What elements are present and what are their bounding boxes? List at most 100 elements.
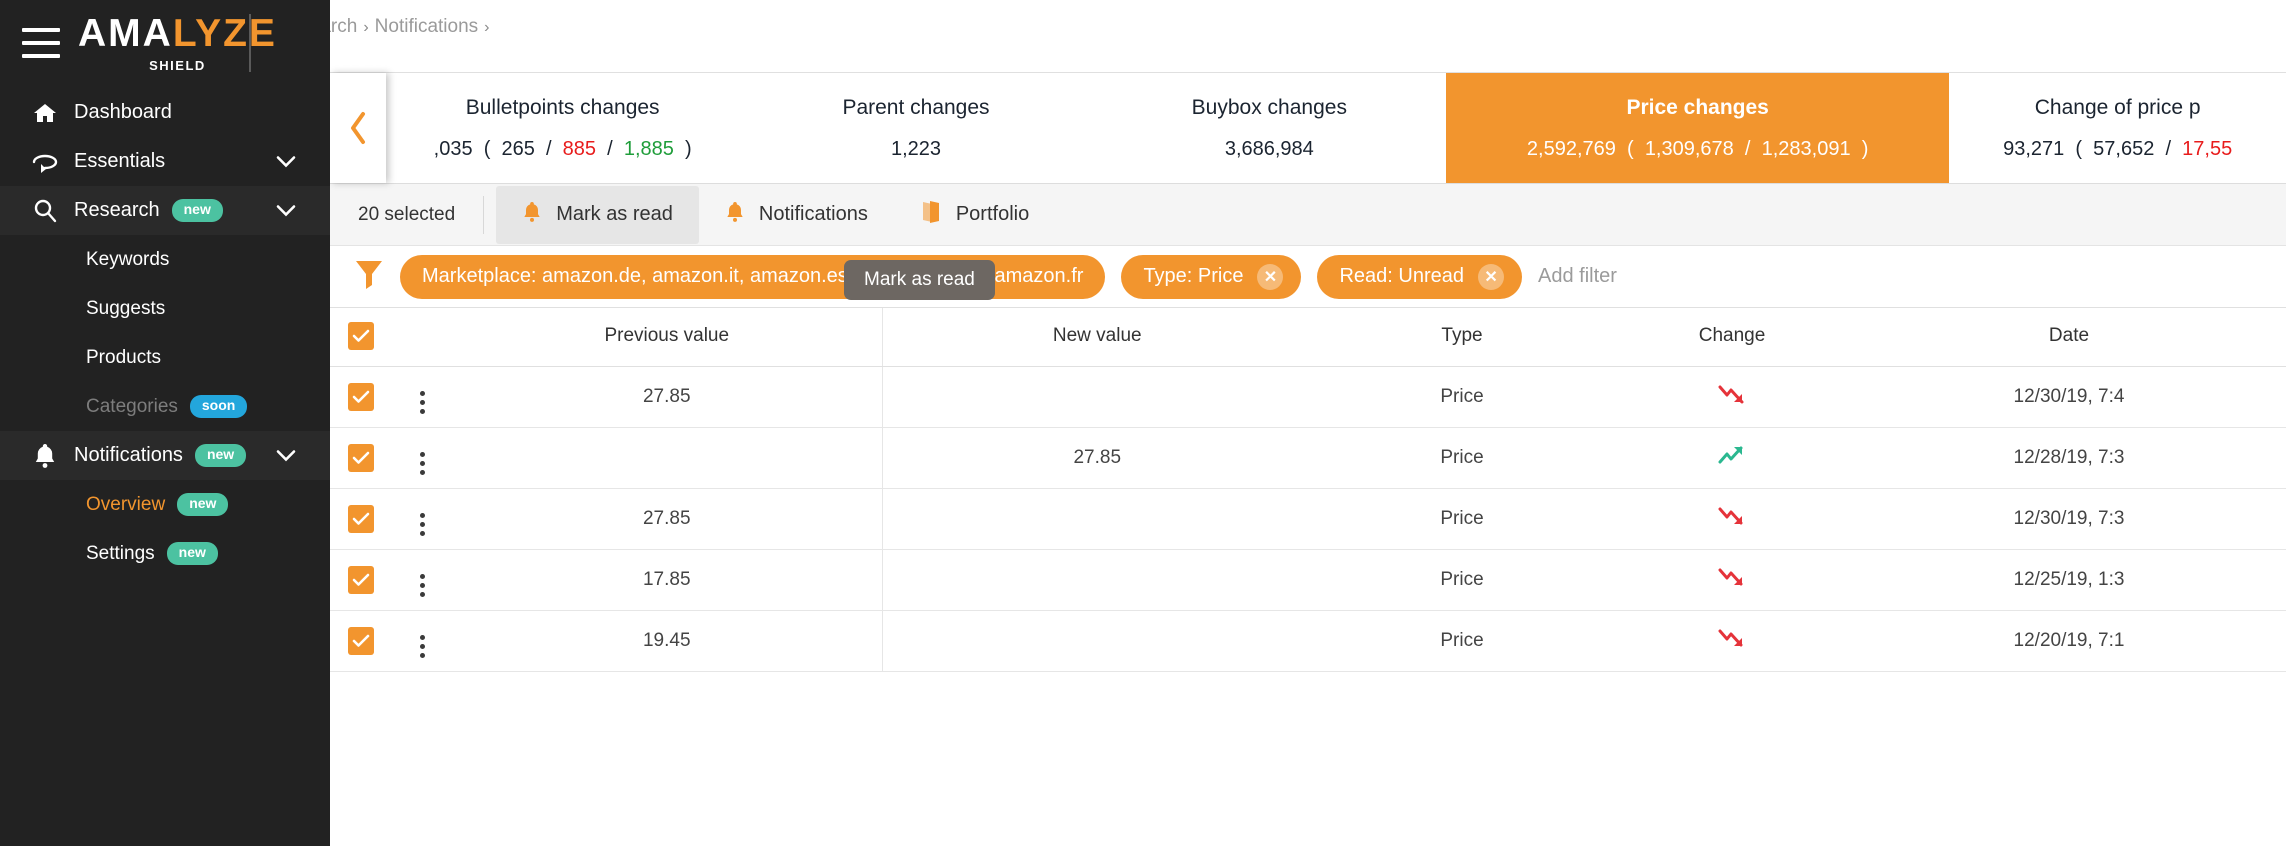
chevron-left-icon [351, 112, 365, 144]
stat-card-value: ,035 ( 265 / 885 / 1,885 ) [434, 138, 692, 161]
stat-card-change-of-price-p[interactable]: Change of price p 93,271 ( 57,652 / 17,5… [1949, 73, 2286, 183]
row-menu-icon[interactable] [419, 635, 425, 658]
search-icon [28, 198, 62, 224]
cell-previous-value: 17.85 [452, 549, 882, 611]
breadcrumb-research[interactable]: Research [330, 16, 357, 37]
stat-card-price-changes[interactable]: Price changes 2,592,769 ( 1,309,678 / 1,… [1445, 73, 1950, 183]
stat-card-buybox-changes[interactable]: Buybox changes 3,686,984 [1092, 73, 1446, 183]
row-menu-icon[interactable] [419, 452, 425, 475]
row-menu-cell [392, 610, 452, 672]
selection-toolbar: 20 selected Mark as read Notifications P… [330, 184, 2286, 246]
cell-change [1612, 610, 1852, 672]
row-checkbox[interactable] [348, 505, 374, 533]
stat-part-up: 1,283,091 [1761, 137, 1851, 160]
column-header-change[interactable]: Change [1612, 308, 1852, 367]
stat-card-title: Buybox changes [1191, 95, 1347, 119]
stat-paren-open: ( [478, 137, 496, 160]
header-divider [249, 14, 251, 72]
stat-part-neutral: 57,652 [2093, 137, 2155, 160]
filter-chip-marketplace[interactable]: Marketplace: amazon.de, amazon.it, amazo… [400, 254, 1106, 299]
brand-logo[interactable]: AMALYZE SHIELD [78, 14, 277, 73]
cell-new-value [881, 488, 1312, 550]
sidebar-item-keywords[interactable]: Keywords [0, 235, 330, 284]
trend-down-icon [1718, 507, 1743, 525]
mark-as-read-button[interactable]: Mark as read [496, 185, 699, 244]
chevron-down-icon[interactable] [276, 444, 296, 467]
table-row[interactable]: 19.45 Price 12/20/19, 7:1 [330, 610, 2286, 672]
row-menu-header [392, 308, 452, 367]
sidebar-item-label: Products [86, 346, 161, 368]
table-header-row: Previous value New value Type Change Dat… [330, 308, 2286, 367]
row-checkbox[interactable] [348, 566, 374, 594]
table-body: 27.85 Price 12/30/19, 7:4 27.85 Price 12… [330, 366, 2286, 672]
sidebar-item-settings[interactable]: Settings new [0, 529, 330, 578]
home-icon [28, 101, 62, 125]
table-row[interactable]: 27.85 Price 12/28/19, 7:3 [330, 427, 2286, 489]
sidebar-item-label: Notifications [74, 444, 183, 466]
cell-type: Price [1312, 488, 1612, 550]
row-select-cell [330, 549, 392, 611]
column-header-previous-value[interactable]: Previous value [452, 308, 882, 367]
stat-card-value: 93,271 ( 57,652 / 17,55 [2003, 138, 2232, 161]
logo-subtitle: SHIELD [149, 57, 206, 73]
close-icon[interactable]: ✕ [1257, 263, 1284, 290]
bell-icon [28, 443, 62, 469]
row-checkbox[interactable] [348, 383, 374, 411]
stat-total: 2,592,769 [1526, 137, 1616, 160]
sidebar-item-research[interactable]: Research new [0, 186, 330, 235]
badge-new: new [194, 444, 247, 467]
stat-slash: / [1739, 137, 1757, 160]
selected-count-label: 20 selected [358, 203, 456, 225]
toolbar-button-label: Portfolio [955, 203, 1030, 225]
table-row[interactable]: 17.85 Price 12/25/19, 1:3 [330, 549, 2286, 611]
table-header: Previous value New value Type Change Dat… [330, 308, 2286, 367]
column-header-new-value[interactable]: New value [881, 308, 1312, 367]
sidebar-item-dashboard[interactable]: Dashboard [0, 88, 330, 137]
row-checkbox[interactable] [348, 444, 374, 472]
row-menu-icon[interactable] [419, 574, 425, 597]
column-header-type[interactable]: Type [1312, 308, 1612, 367]
chevron-down-icon[interactable] [276, 199, 296, 222]
sidebar-item-overview[interactable]: Overview new [0, 480, 330, 529]
carousel-prev-button[interactable] [330, 73, 386, 183]
sidebar-item-notifications[interactable]: Notifications new [0, 431, 330, 480]
funnel-icon[interactable] [354, 258, 384, 295]
filter-chip-read[interactable]: Read: Unread ✕ [1317, 254, 1523, 299]
table-row[interactable]: 27.85 Price 12/30/19, 7:4 [330, 366, 2286, 428]
select-all-cell [330, 308, 392, 367]
hamburger-menu-icon[interactable] [22, 28, 60, 58]
notifications-button[interactable]: Notifications [699, 184, 894, 246]
filter-chip-label: Type: Price [1143, 265, 1244, 287]
tooltip-mark-as-read: Mark as read [844, 260, 995, 300]
row-menu-cell [392, 549, 452, 611]
select-all-checkbox[interactable] [348, 322, 374, 350]
breadcrumb-notifications[interactable]: Notifications [375, 16, 479, 37]
column-header-date[interactable]: Date [1852, 308, 2286, 367]
sidebar-item-label: Essentials [74, 150, 166, 172]
filter-chip-type[interactable]: Type: Price ✕ [1121, 254, 1302, 299]
row-checkbox[interactable] [348, 627, 374, 655]
bell-icon [725, 201, 745, 229]
sidebar-item-suggests[interactable]: Suggests [0, 284, 330, 333]
stat-card-title: Parent changes [842, 95, 990, 119]
sidebar-item-label: Overview [86, 493, 166, 515]
row-menu-icon[interactable] [419, 513, 425, 536]
cell-previous-value: 27.85 [452, 366, 882, 428]
toolbar-button-label: Mark as read [556, 203, 673, 225]
row-menu-cell [392, 488, 452, 550]
stat-part-neutral: 265 [501, 137, 535, 160]
sidebar-nav: Dashboard Essentials Research new Keywor… [0, 86, 330, 578]
table-row[interactable]: 27.85 Price 12/30/19, 7:3 [330, 488, 2286, 550]
sidebar-item-essentials[interactable]: Essentials [0, 137, 330, 186]
row-menu-icon[interactable] [419, 391, 425, 414]
cell-change [1612, 366, 1852, 428]
chevron-down-icon[interactable] [276, 150, 296, 173]
add-filter-input[interactable]: Add filter [1538, 265, 1617, 288]
sidebar-item-label: Settings [86, 542, 155, 564]
trend-down-icon [1718, 568, 1743, 586]
sidebar-item-products[interactable]: Products [0, 333, 330, 382]
stat-card-bulletpoints-changes[interactable]: Bulletpoints changes ,035 ( 265 / 885 / … [386, 73, 740, 183]
close-icon[interactable]: ✕ [1478, 263, 1505, 290]
stat-card-parent-changes[interactable]: Parent changes 1,223 [739, 73, 1093, 183]
portfolio-button[interactable]: Portfolio [894, 184, 1055, 246]
